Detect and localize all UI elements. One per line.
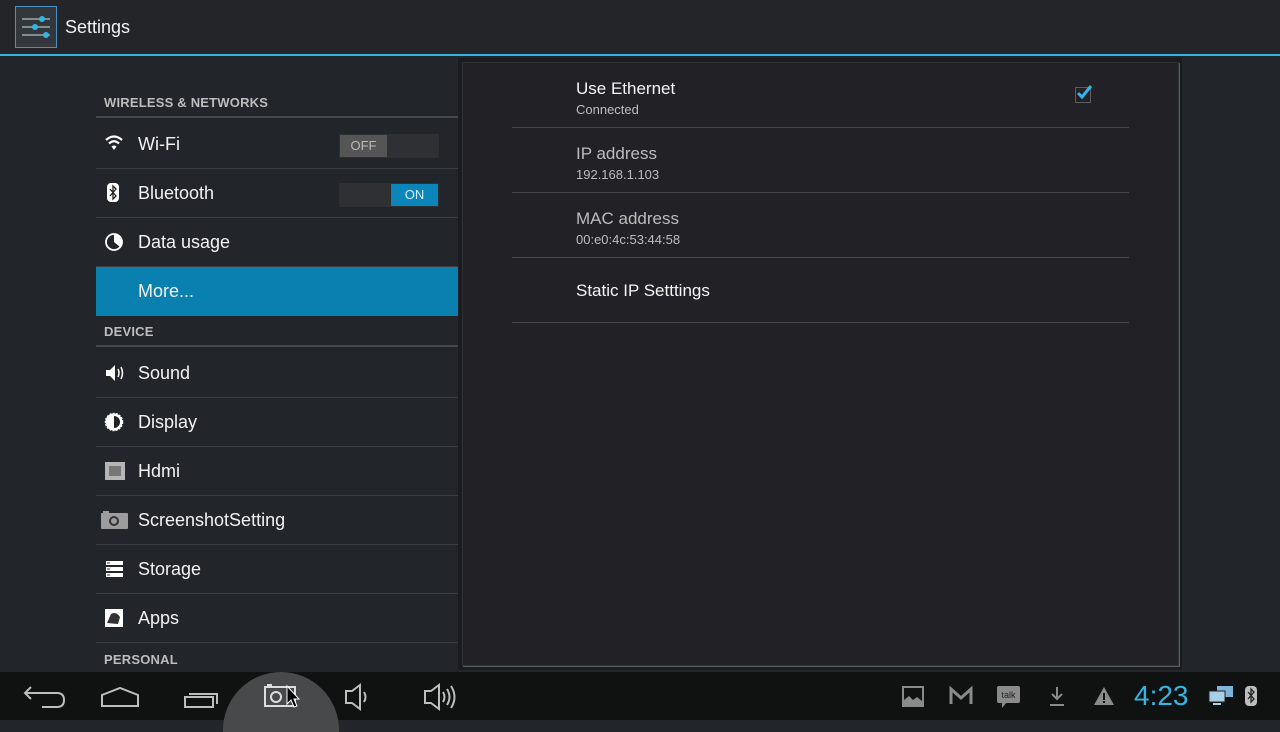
warning-icon[interactable] (1092, 684, 1116, 708)
sidebar-item-hdmi[interactable]: Hdmi (96, 447, 458, 496)
mac-address-preference: MAC address 00:e0:4c:53:44:58 (512, 193, 1129, 258)
sidebar-item-label: Apps (138, 608, 180, 628)
volume-up-button[interactable] (410, 680, 470, 714)
display-brightness-icon (104, 412, 128, 432)
gallery-icon[interactable] (901, 684, 925, 708)
settings-sliders-icon[interactable] (15, 6, 57, 48)
wifi-toggle[interactable]: OFF (339, 134, 439, 158)
clock[interactable]: 4:23 (1134, 680, 1189, 712)
apps-icon (104, 608, 128, 628)
download-icon[interactable] (1045, 684, 1069, 708)
data-usage-icon (104, 232, 128, 252)
sidebar-item-wifi[interactable]: Wi-Fi OFF (96, 120, 458, 169)
use-ethernet-preference[interactable]: Use Ethernet Connected (512, 63, 1129, 128)
home-icon (101, 686, 139, 707)
action-bar: Settings (0, 0, 1280, 56)
sidebar-item-label: Storage (138, 559, 202, 579)
category-label: DEVICE (104, 324, 154, 339)
bluetooth-icon (104, 183, 128, 203)
recent-apps-icon (184, 693, 218, 708)
mac-address-title: MAC address (576, 209, 679, 228)
sidebar-item-label: Wi-Fi (138, 134, 180, 154)
volume-down-icon (345, 683, 367, 711)
sidebar-item-bluetooth[interactable]: Bluetooth ON (96, 169, 458, 218)
sound-icon (104, 363, 128, 383)
toggle-thumb: ON (391, 184, 438, 206)
sidebar-item-data-usage[interactable]: Data usage (96, 218, 458, 267)
sidebar-item-sound[interactable]: Sound (96, 349, 458, 398)
use-ethernet-title: Use Ethernet (576, 79, 676, 98)
category-label: PERSONAL (104, 652, 178, 667)
settings-headers-list: WIRELESS & NETWORKS Wi-Fi OFF Bluetooth … (96, 56, 458, 670)
recent-apps-button[interactable] (170, 680, 230, 714)
category-label: WIRELESS & NETWORKS (104, 95, 269, 110)
storage-icon (104, 559, 128, 579)
bluetooth-status-icon (1243, 684, 1261, 708)
sidebar-item-screenshot-setting[interactable]: ScreenshotSetting (96, 496, 458, 545)
sidebar-item-label: Hdmi (138, 461, 181, 481)
sidebar-item-label: Display (138, 412, 198, 432)
use-ethernet-summary: Connected (576, 102, 639, 117)
sidebar-item-storage[interactable]: Storage (96, 545, 458, 594)
ip-address-title: IP address (576, 144, 657, 163)
ip-address-preference: IP address 192.168.1.103 (512, 128, 1129, 193)
back-icon (23, 686, 66, 708)
wifi-icon (104, 134, 128, 154)
ethernet-detail-pane: Use Ethernet Connected IP address 192.16… (462, 62, 1179, 666)
screenshot-icon (264, 684, 301, 708)
sidebar-item-display[interactable]: Display (96, 398, 458, 447)
static-ip-settings-title: Static IP Setttings (576, 281, 710, 300)
sidebar-item-label: More... (138, 281, 195, 301)
talk-icon[interactable]: talk (996, 684, 1020, 708)
sidebar-item-label: Data usage (138, 232, 231, 252)
gmail-icon[interactable] (949, 684, 973, 708)
camera-icon (100, 510, 130, 530)
sidebar-item-label: ScreenshotSetting (138, 510, 286, 530)
static-ip-settings-preference[interactable]: Static IP Setttings (512, 258, 1129, 323)
app-title: Settings (65, 17, 131, 37)
category-device: DEVICE (96, 317, 458, 347)
sidebar-item-label: Sound (138, 363, 191, 383)
category-personal: PERSONAL (96, 643, 458, 673)
sidebar-item-label: Bluetooth (138, 183, 215, 203)
hdmi-icon (104, 461, 128, 481)
talk-label: talk (1001, 690, 1016, 700)
ethernet-icon (1207, 684, 1235, 708)
bluetooth-toggle[interactable]: ON (339, 183, 439, 207)
sidebar-item-more[interactable]: More... (96, 267, 458, 316)
screenshot-button[interactable] (250, 680, 310, 714)
volume-up-icon (424, 683, 456, 711)
category-wireless-networks: WIRELESS & NETWORKS (96, 88, 458, 118)
mac-address-value: 00:e0:4c:53:44:58 (576, 232, 681, 247)
toggle-thumb: OFF (340, 135, 387, 157)
home-button[interactable] (90, 680, 150, 714)
ip-address-value: 192.168.1.103 (576, 167, 660, 182)
back-button[interactable] (12, 680, 72, 714)
use-ethernet-checkbox[interactable] (1075, 85, 1093, 103)
volume-down-button[interactable] (330, 680, 390, 714)
sidebar-item-apps[interactable]: Apps (96, 594, 458, 643)
